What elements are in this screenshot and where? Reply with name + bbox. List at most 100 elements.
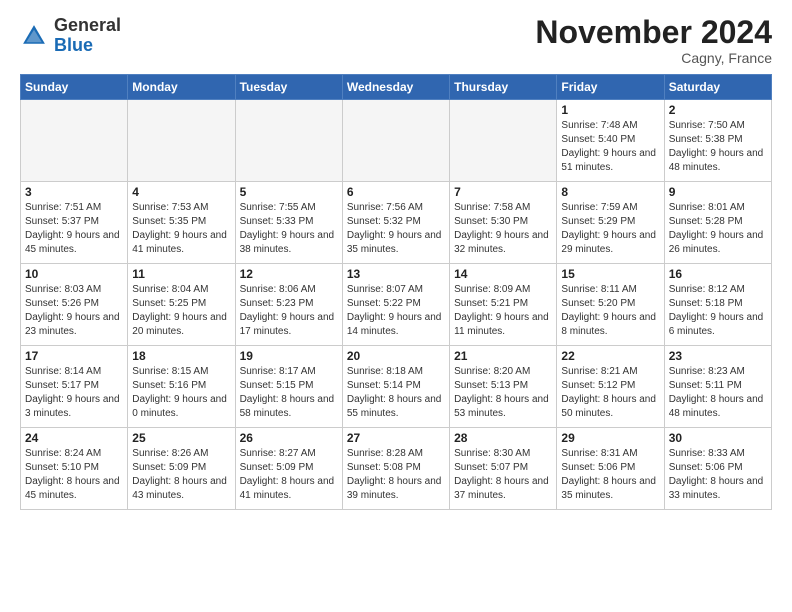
calendar-header-row: Sunday Monday Tuesday Wednesday Thursday… [21, 75, 772, 100]
day-number: 16 [669, 267, 767, 281]
day-number: 27 [347, 431, 445, 445]
table-cell: 26 Sunrise: 8:27 AMSunset: 5:09 PMDayligh… [235, 428, 342, 510]
day-info: Sunrise: 8:11 AMSunset: 5:20 PMDaylight:… [561, 283, 659, 339]
month-title: November 2024 [535, 16, 772, 48]
day-number: 25 [132, 431, 230, 445]
day-info: Sunrise: 8:18 AMSunset: 5:14 PMDaylight:… [347, 365, 445, 421]
day-info: Sunrise: 8:23 AMSunset: 5:11 PMDaylight:… [669, 365, 767, 421]
day-info: Sunrise: 7:58 AMSunset: 5:30 PMDaylight:… [454, 201, 552, 257]
day-number: 7 [454, 185, 552, 199]
col-monday: Monday [128, 75, 235, 100]
table-cell: 17 Sunrise: 8:14 AMSunset: 5:17 PMDayligh… [21, 346, 128, 428]
header: General Blue November 2024 Cagny, France [20, 16, 772, 66]
table-cell: 15 Sunrise: 8:11 AMSunset: 5:20 PMDayligh… [557, 264, 664, 346]
day-info: Sunrise: 8:28 AMSunset: 5:08 PMDaylight:… [347, 447, 445, 503]
table-cell: 7 Sunrise: 7:58 AMSunset: 5:30 PMDaylight… [450, 182, 557, 264]
day-info: Sunrise: 8:24 AMSunset: 5:10 PMDaylight:… [25, 447, 123, 503]
table-cell: 25 Sunrise: 8:26 AMSunset: 5:09 PMDayligh… [128, 428, 235, 510]
day-number: 12 [240, 267, 338, 281]
table-cell: 20 Sunrise: 8:18 AMSunset: 5:14 PMDayligh… [342, 346, 449, 428]
day-number: 18 [132, 349, 230, 363]
table-cell [21, 100, 128, 182]
day-number: 8 [561, 185, 659, 199]
logo-icon [20, 22, 48, 50]
table-cell [235, 100, 342, 182]
day-number: 22 [561, 349, 659, 363]
day-number: 2 [669, 103, 767, 117]
day-number: 28 [454, 431, 552, 445]
table-cell: 14Sunrise: 8:09 AMSunset: 5:21 PMDayligh… [450, 264, 557, 346]
table-cell: 18Sunrise: 8:15 AMSunset: 5:16 PMDayligh… [128, 346, 235, 428]
day-info: Sunrise: 7:55 AMSunset: 5:33 PMDaylight:… [240, 201, 338, 257]
week-row-3: 10 Sunrise: 8:03 AMSunset: 5:26 PMDayligh… [21, 264, 772, 346]
table-cell: 28Sunrise: 8:30 AMSunset: 5:07 PMDayligh… [450, 428, 557, 510]
week-row-4: 17 Sunrise: 8:14 AMSunset: 5:17 PMDayligh… [21, 346, 772, 428]
logo: General Blue [20, 16, 121, 56]
table-cell: 24 Sunrise: 8:24 AMSunset: 5:10 PMDayligh… [21, 428, 128, 510]
table-cell: 29 Sunrise: 8:31 AMSunset: 5:06 PMDayligh… [557, 428, 664, 510]
table-cell: 19 Sunrise: 8:17 AMSunset: 5:15 PMDayligh… [235, 346, 342, 428]
table-cell: 1Sunrise: 7:48 AMSunset: 5:40 PMDaylight… [557, 100, 664, 182]
day-number: 29 [561, 431, 659, 445]
day-number: 20 [347, 349, 445, 363]
day-info: Sunrise: 7:59 AMSunset: 5:29 PMDaylight:… [561, 201, 659, 257]
table-cell: 10 Sunrise: 8:03 AMSunset: 5:26 PMDayligh… [21, 264, 128, 346]
day-info: Sunrise: 8:03 AMSunset: 5:26 PMDaylight:… [25, 283, 123, 339]
day-number: 11 [132, 267, 230, 281]
table-cell: 6Sunrise: 7:56 AMSunset: 5:32 PMDaylight… [342, 182, 449, 264]
day-info: Sunrise: 7:51 AMSunset: 5:37 PMDaylight:… [25, 201, 123, 257]
table-cell: 30 Sunrise: 8:33 AMSunset: 5:06 PMDayligh… [664, 428, 771, 510]
day-number: 5 [240, 185, 338, 199]
day-number: 26 [240, 431, 338, 445]
table-cell: 8 Sunrise: 7:59 AMSunset: 5:29 PMDaylight… [557, 182, 664, 264]
day-info: Sunrise: 8:07 AMSunset: 5:22 PMDaylight:… [347, 283, 445, 339]
col-saturday: Saturday [664, 75, 771, 100]
table-cell: 27 Sunrise: 8:28 AMSunset: 5:08 PMDayligh… [342, 428, 449, 510]
col-sunday: Sunday [21, 75, 128, 100]
day-info: Sunrise: 7:48 AMSunset: 5:40 PMDaylight:… [561, 119, 659, 175]
day-number: 30 [669, 431, 767, 445]
day-info: Sunrise: 8:09 AMSunset: 5:21 PMDaylight:… [454, 283, 552, 339]
day-number: 13 [347, 267, 445, 281]
table-cell: 5 Sunrise: 7:55 AMSunset: 5:33 PMDaylight… [235, 182, 342, 264]
day-info: Sunrise: 7:56 AMSunset: 5:32 PMDaylight:… [347, 201, 445, 257]
week-row-1: 1Sunrise: 7:48 AMSunset: 5:40 PMDaylight… [21, 100, 772, 182]
day-info: Sunrise: 8:20 AMSunset: 5:13 PMDaylight:… [454, 365, 552, 421]
day-number: 3 [25, 185, 123, 199]
day-info: Sunrise: 8:26 AMSunset: 5:09 PMDaylight:… [132, 447, 230, 503]
day-info: Sunrise: 8:04 AMSunset: 5:25 PMDaylight:… [132, 283, 230, 339]
day-number: 9 [669, 185, 767, 199]
day-number: 10 [25, 267, 123, 281]
day-number: 23 [669, 349, 767, 363]
week-row-5: 24 Sunrise: 8:24 AMSunset: 5:10 PMDayligh… [21, 428, 772, 510]
table-cell: 13 Sunrise: 8:07 AMSunset: 5:22 PMDayligh… [342, 264, 449, 346]
table-cell: 23 Sunrise: 8:23 AMSunset: 5:11 PMDayligh… [664, 346, 771, 428]
col-wednesday: Wednesday [342, 75, 449, 100]
table-cell: 21 Sunrise: 8:20 AMSunset: 5:13 PMDayligh… [450, 346, 557, 428]
day-info: Sunrise: 8:14 AMSunset: 5:17 PMDaylight:… [25, 365, 123, 421]
col-friday: Friday [557, 75, 664, 100]
day-number: 21 [454, 349, 552, 363]
day-number: 4 [132, 185, 230, 199]
week-row-2: 3 Sunrise: 7:51 AMSunset: 5:37 PMDaylight… [21, 182, 772, 264]
day-info: Sunrise: 8:31 AMSunset: 5:06 PMDaylight:… [561, 447, 659, 503]
day-number: 17 [25, 349, 123, 363]
table-cell: 16 Sunrise: 8:12 AMSunset: 5:18 PMDayligh… [664, 264, 771, 346]
day-number: 15 [561, 267, 659, 281]
day-info: Sunrise: 8:12 AMSunset: 5:18 PMDaylight:… [669, 283, 767, 339]
table-cell: 9 Sunrise: 8:01 AMSunset: 5:28 PMDaylight… [664, 182, 771, 264]
table-cell: 11 Sunrise: 8:04 AMSunset: 5:25 PMDayligh… [128, 264, 235, 346]
table-cell [450, 100, 557, 182]
day-number: 24 [25, 431, 123, 445]
day-info: Sunrise: 8:33 AMSunset: 5:06 PMDaylight:… [669, 447, 767, 503]
table-cell [342, 100, 449, 182]
day-info: Sunrise: 7:50 AMSunset: 5:38 PMDaylight:… [669, 119, 767, 175]
day-info: Sunrise: 8:06 AMSunset: 5:23 PMDaylight:… [240, 283, 338, 339]
day-info: Sunrise: 8:01 AMSunset: 5:28 PMDaylight:… [669, 201, 767, 257]
title-block: November 2024 Cagny, France [535, 16, 772, 66]
day-info: Sunrise: 7:53 AMSunset: 5:35 PMDaylight:… [132, 201, 230, 257]
table-cell: 3 Sunrise: 7:51 AMSunset: 5:37 PMDaylight… [21, 182, 128, 264]
day-info: Sunrise: 8:17 AMSunset: 5:15 PMDaylight:… [240, 365, 338, 421]
day-info: Sunrise: 8:27 AMSunset: 5:09 PMDaylight:… [240, 447, 338, 503]
day-number: 19 [240, 349, 338, 363]
